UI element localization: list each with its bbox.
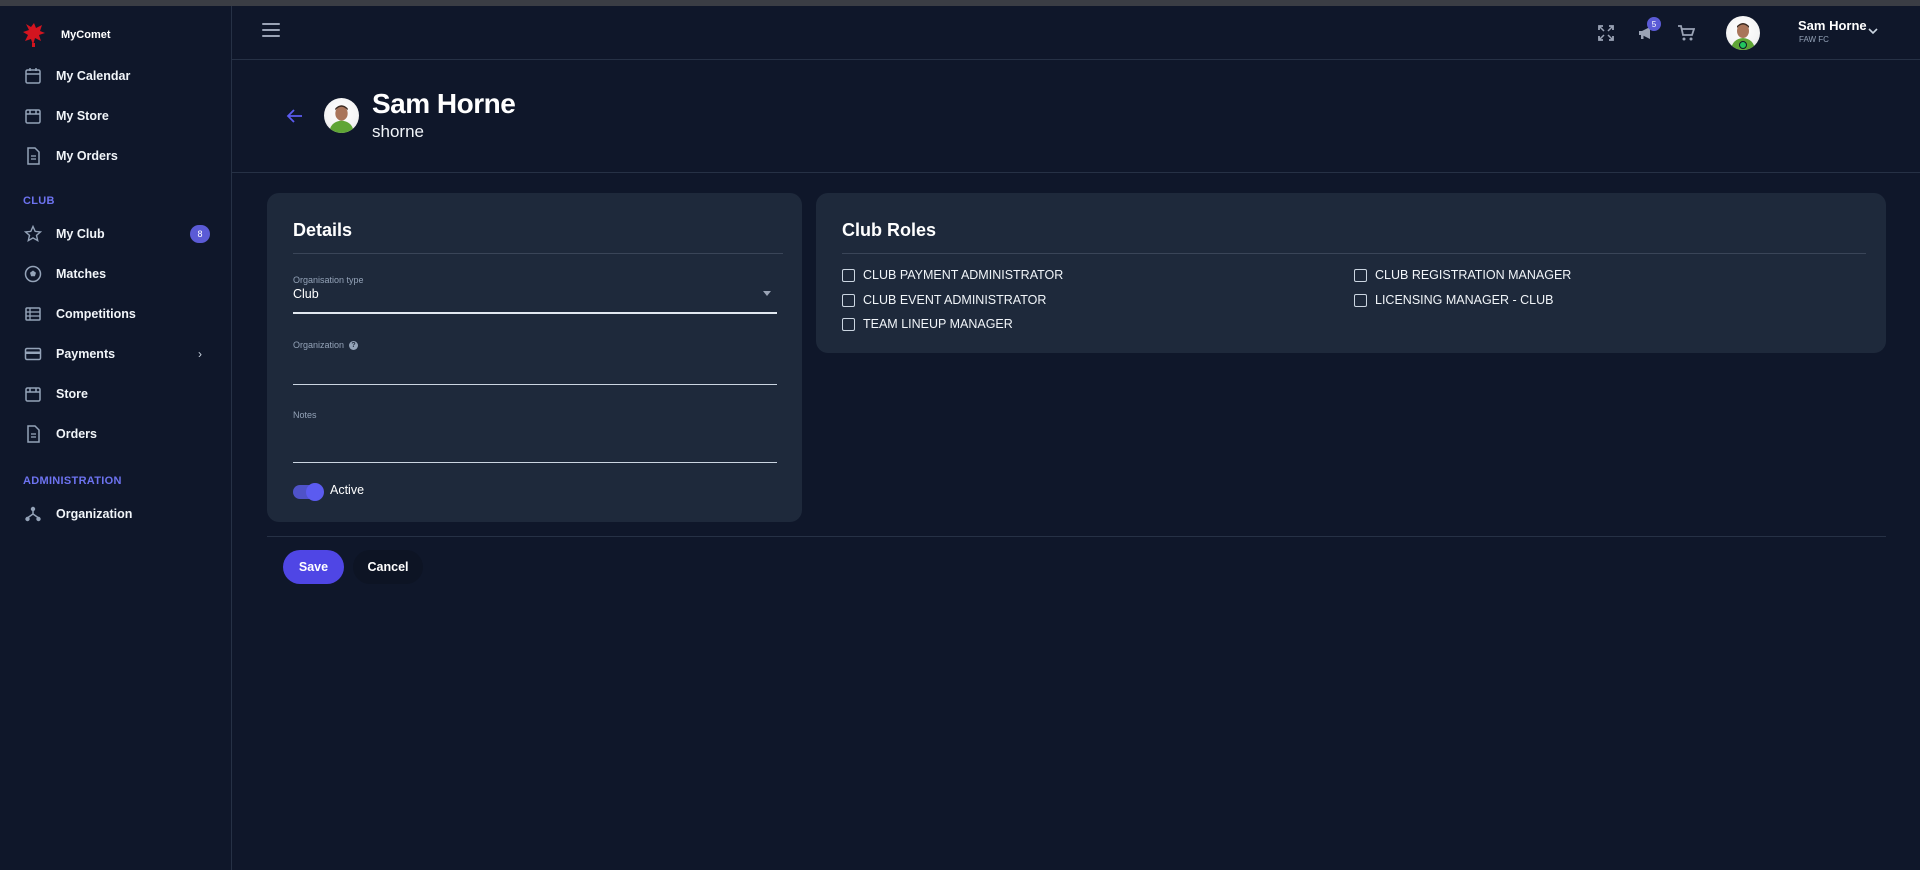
card-icon	[23, 344, 43, 364]
role-label: CLUB REGISTRATION MANAGER	[1375, 268, 1572, 282]
cancel-button[interactable]: Cancel	[353, 550, 423, 584]
section-title-club: CLUB	[23, 195, 55, 207]
hierarchy-icon	[23, 504, 43, 524]
sidebar-item-label: Matches	[56, 267, 107, 281]
megaphone-icon[interactable]: 5	[1635, 17, 1661, 44]
actions-divider	[267, 536, 1886, 537]
store-icon	[23, 106, 43, 126]
table-icon	[23, 304, 43, 324]
notification-badge: 5	[1647, 17, 1661, 31]
active-toggle[interactable]	[293, 483, 324, 501]
role-label: CLUB EVENT ADMINISTRATOR	[863, 293, 1047, 307]
dropdown-arrow-icon	[763, 291, 771, 296]
fullscreen-icon[interactable]	[1595, 22, 1617, 44]
org-type-value: Club	[293, 287, 319, 301]
sidebar-item-label: My Store	[56, 109, 109, 123]
role-label: TEAM LINEUP MANAGER	[863, 317, 1013, 331]
sidebar-item-payments[interactable]: Payments ›	[0, 336, 231, 372]
checkbox[interactable]	[1354, 293, 1367, 307]
active-label: Active	[330, 483, 365, 497]
store-icon	[23, 384, 43, 404]
sidebar-item-my-orders[interactable]: My Orders	[0, 138, 231, 174]
sidebar-item-store[interactable]: Store	[0, 376, 231, 412]
role-team-lineup-manager[interactable]: TEAM LINEUP MANAGER	[842, 317, 1013, 331]
sidebar-item-label: Competitions	[56, 307, 136, 321]
online-status-dot	[1739, 41, 1747, 49]
checkbox[interactable]	[842, 268, 855, 282]
ball-icon	[23, 264, 43, 284]
sidebar-item-my-calendar[interactable]: My Calendar	[0, 58, 231, 94]
help-icon[interactable]: ?	[349, 340, 359, 350]
notes-input[interactable]	[293, 423, 777, 459]
sidebar-item-competitions[interactable]: Competitions	[0, 296, 231, 332]
sidebar-item-label: Store	[56, 387, 88, 401]
details-card: Details Organisation type Club Organizat…	[267, 193, 802, 522]
sidebar-item-orders[interactable]: Orders	[0, 416, 231, 452]
details-title: Details	[293, 220, 353, 240]
card-divider	[293, 253, 783, 254]
back-arrow-icon[interactable]	[284, 107, 306, 125]
sidebar-item-matches[interactable]: Matches	[0, 256, 231, 292]
club-roles-card: Club Roles CLUB PAYMENT ADMINISTRATOR CL…	[816, 193, 1886, 353]
sidebar-item-label: Orders	[56, 427, 97, 441]
organization-input[interactable]	[293, 353, 777, 377]
menu-icon[interactable]	[262, 23, 280, 41]
org-type-underline	[293, 312, 777, 314]
role-club-event-administrator[interactable]: CLUB EVENT ADMINISTRATOR	[842, 293, 1046, 307]
orders-icon	[23, 146, 43, 166]
brand-name: MyComet	[61, 29, 111, 41]
sidebar-item-label: Payments	[56, 347, 116, 361]
organization-label-wrap: Organization ?	[293, 340, 359, 350]
page-subtitle-username: shorne	[372, 122, 424, 141]
role-licensing-manager-club[interactable]: LICENSING MANAGER - CLUB	[1354, 293, 1554, 307]
sidebar-item-label: My Club	[56, 227, 105, 241]
save-button[interactable]: Save	[283, 550, 344, 584]
profile-avatar	[324, 98, 359, 133]
organization-underline	[293, 384, 777, 385]
notes-underline	[293, 462, 777, 463]
logo-dragon-icon	[23, 23, 45, 47]
section-title-administration: ADMINISTRATION	[23, 475, 122, 487]
organization-label: Organization	[293, 340, 345, 350]
checkbox[interactable]	[1354, 268, 1367, 282]
checkbox[interactable]	[842, 317, 855, 331]
sidebar-item-label: Organization	[56, 507, 133, 521]
title-divider	[232, 172, 1920, 173]
club-roles-title: Club Roles	[842, 220, 937, 240]
brand[interactable]: MyComet	[22, 20, 111, 50]
sidebar-item-organization[interactable]: Organization	[0, 496, 231, 532]
role-club-registration-manager[interactable]: CLUB REGISTRATION MANAGER	[1354, 268, 1571, 282]
star-icon	[23, 224, 43, 244]
notes-label: Notes	[293, 410, 317, 420]
sidebar-item-my-club[interactable]: My Club 8	[0, 216, 231, 252]
toggle-knob	[306, 483, 324, 501]
chevron-down-icon[interactable]	[1866, 24, 1880, 38]
sidebar-item-label: My Calendar	[56, 69, 131, 83]
cart-icon[interactable]	[1675, 22, 1697, 44]
header-user-name[interactable]: Sam Horne	[1798, 18, 1867, 33]
calendar-icon	[23, 66, 43, 86]
org-type-select[interactable]: Club	[293, 287, 777, 307]
orders-icon	[23, 424, 43, 444]
role-label: CLUB PAYMENT ADMINISTRATOR	[863, 268, 1064, 282]
my-club-badge: 8	[190, 225, 210, 243]
page-title: Sam Horne	[372, 88, 516, 119]
chevron-right-icon: ›	[198, 347, 202, 361]
card-divider	[842, 253, 1866, 254]
header-user-org: FAW FC	[1799, 35, 1829, 44]
role-label: LICENSING MANAGER - CLUB	[1375, 293, 1554, 307]
sidebar-item-my-store[interactable]: My Store	[0, 98, 231, 134]
top-header: 5 Sam Horne FAW FC	[232, 6, 1920, 60]
sidebar: MyComet My Calendar My Store My Orders C…	[0, 6, 232, 870]
role-club-payment-administrator[interactable]: CLUB PAYMENT ADMINISTRATOR	[842, 268, 1063, 282]
sidebar-item-label: My Orders	[56, 149, 118, 163]
org-type-label: Organisation type	[293, 275, 364, 285]
checkbox[interactable]	[842, 293, 855, 307]
